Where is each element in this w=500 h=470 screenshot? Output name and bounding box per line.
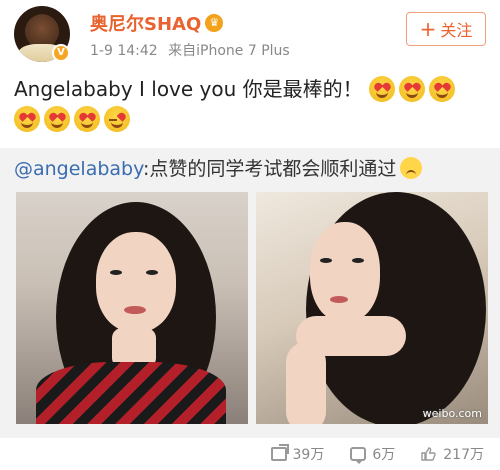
post-source[interactable]: 来自iPhone 7 Plus	[168, 43, 290, 59]
comment-icon	[350, 447, 367, 464]
action-bar: 39万 6万 217万	[0, 438, 500, 470]
like-action[interactable]: 217万	[421, 444, 484, 464]
repost-box[interactable]: @angelababy:点赞的同学考试都会顺利通过 weibo.com	[0, 148, 500, 438]
crown-icon: ♛	[205, 14, 224, 32]
post-text-content: Angelababy I love you 你是最棒的！	[14, 77, 363, 101]
post-text: Angelababy I love you 你是最棒的！	[14, 74, 494, 134]
repost-text: @angelababy:点赞的同学考试都会顺利通过	[14, 154, 423, 181]
repost-action[interactable]: 39万	[270, 444, 325, 464]
selfie-photo-1[interactable]	[16, 192, 248, 424]
username[interactable]: 奥尼尔SHAQ ♛	[90, 10, 224, 36]
heart-eyes-icon	[44, 106, 70, 132]
lips-shape	[124, 306, 146, 314]
post-time: 1-9 14:42	[90, 43, 158, 59]
heart-eyes-icon	[369, 76, 396, 102]
arm-shape	[286, 342, 326, 424]
follow-label: 关注	[440, 21, 473, 40]
eye-shape	[352, 258, 364, 263]
post-meta: 1-9 14:42 来自iPhone 7 Plus	[90, 40, 290, 60]
verified-badge-icon: V	[52, 44, 70, 62]
eye-shape	[146, 270, 158, 275]
lips-shape	[330, 296, 348, 303]
repost-icon	[270, 447, 287, 461]
face-shape	[96, 232, 176, 332]
frown-icon	[400, 157, 423, 179]
comment-action[interactable]: 6万	[350, 444, 395, 464]
thumbs-up-icon	[421, 447, 437, 461]
weibo-post: V 奥尼尔SHAQ ♛ 1-9 14:42 来自iPhone 7 Plus + …	[0, 0, 500, 470]
heart-eyes-icon	[399, 76, 426, 102]
eye-shape	[110, 270, 122, 275]
like-count: 217万	[443, 447, 484, 463]
follow-button[interactable]: + 关注	[406, 12, 486, 46]
striped-top	[36, 362, 226, 424]
username-text: 奥尼尔SHAQ	[90, 14, 202, 35]
comment-count: 6万	[372, 447, 396, 463]
eye-shape	[320, 258, 332, 263]
selfie-photo-2[interactable]: weibo.com	[256, 192, 488, 424]
mention-link[interactable]: @angelababy	[14, 158, 143, 180]
heart-eyes-icon	[74, 106, 100, 132]
heart-eyes-icon	[14, 106, 40, 132]
weibo-watermark: weibo.com	[422, 407, 482, 420]
face-shape	[310, 222, 380, 322]
repost-count: 39万	[292, 447, 325, 463]
kiss-wink-icon	[104, 106, 130, 132]
heart-eyes-icon	[429, 76, 456, 102]
repost-body: :点赞的同学考试都会顺利通过	[142, 158, 397, 180]
plus-icon: +	[419, 17, 437, 41]
